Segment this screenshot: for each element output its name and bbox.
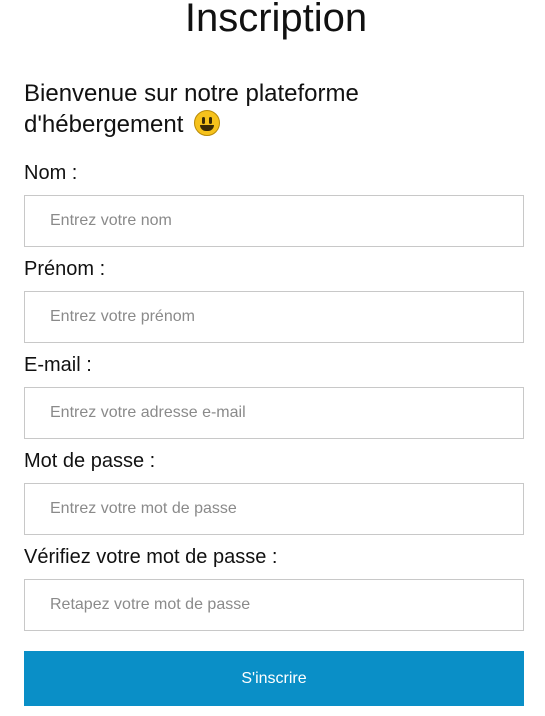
prenom-input[interactable] bbox=[24, 291, 524, 343]
email-label: E-mail : bbox=[24, 354, 92, 376]
nom-input[interactable] bbox=[24, 195, 524, 247]
password-label: Mot de passe : bbox=[24, 450, 156, 472]
welcome-message: Bienvenue sur notre plateforme d'héberge… bbox=[24, 78, 444, 140]
welcome-text: Bienvenue sur notre plateforme d'héberge… bbox=[24, 80, 359, 138]
confirm-password-input[interactable] bbox=[24, 579, 524, 631]
nom-label: Nom : bbox=[24, 162, 78, 184]
signup-button[interactable]: S'inscrire bbox=[24, 651, 524, 706]
grinning-face-icon bbox=[194, 110, 221, 136]
prenom-label: Prénom : bbox=[24, 258, 106, 280]
confirm-password-label: Vérifiez votre mot de passe : bbox=[24, 546, 278, 568]
email-input[interactable] bbox=[24, 387, 524, 439]
password-input[interactable] bbox=[24, 483, 524, 535]
registration-page: Inscription Bienvenue sur notre platefor… bbox=[0, 0, 545, 716]
page-title: Inscription bbox=[184, 0, 368, 40]
